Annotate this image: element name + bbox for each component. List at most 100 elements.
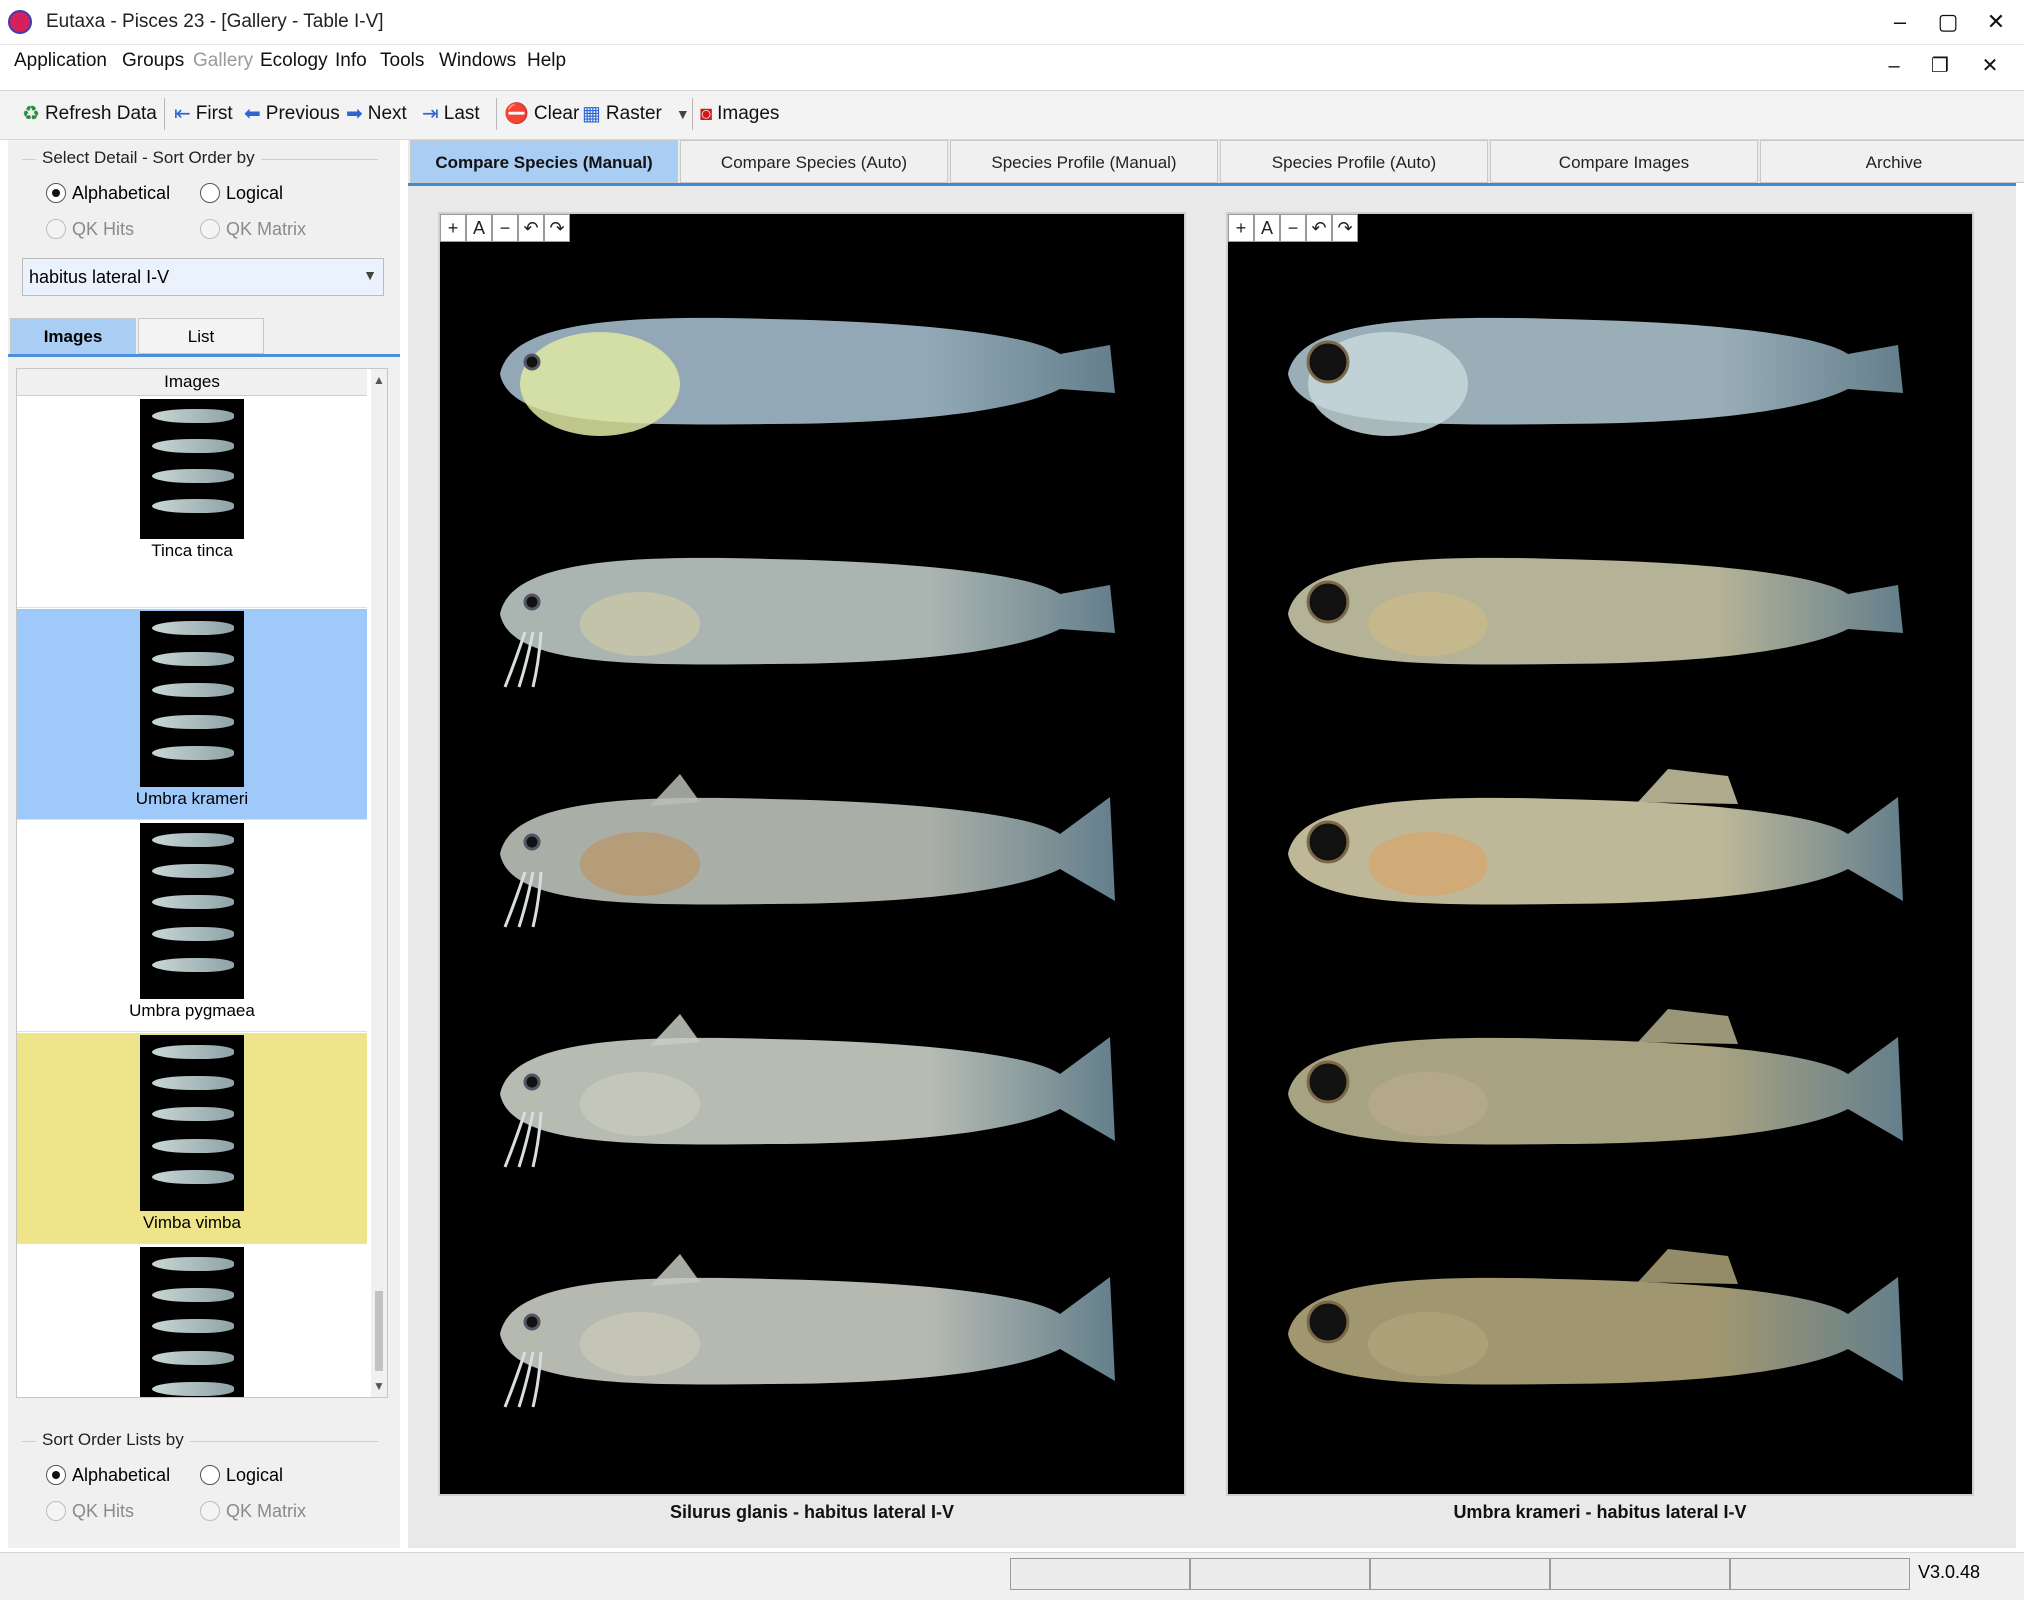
list-item[interactable]: Tinca tinca: [17, 397, 367, 608]
thumbnail-fish: [152, 746, 234, 760]
thumbnail-fish: [152, 833, 234, 847]
scroll-thumb[interactable]: [375, 1291, 383, 1371]
list-item[interactable]: Umbra krameri: [17, 609, 367, 820]
thumbnail-fish: [152, 621, 234, 635]
fish-specimen: [1258, 514, 1918, 709]
scroll-up-icon[interactable]: ▲: [373, 373, 385, 387]
status-panel: [1550, 1558, 1730, 1590]
viewer-right[interactable]: + A − ↶ ↷: [1226, 212, 1974, 1496]
radio-button-icon: [200, 1501, 220, 1521]
menu-tools[interactable]: Tools: [380, 50, 424, 72]
image-list[interactable]: Images Tinca tinca Umbra krameri Umbra pyg…: [16, 368, 388, 1398]
fish-belly: [580, 832, 700, 896]
list-item[interactable]: Umbra pygmaea: [17, 821, 367, 1032]
tab-species-profile-manual[interactable]: Species Profile (Manual): [950, 140, 1218, 183]
close-window-button[interactable]: ✕: [1976, 6, 2016, 38]
maximize-window-button[interactable]: ▢: [1928, 6, 1968, 38]
tab-archive[interactable]: Archive: [1760, 140, 2024, 183]
radio-button-icon: [200, 183, 220, 203]
thumbnail-fish: [152, 1045, 234, 1059]
viewer-left-caption: Silurus glanis - habitus lateral I-V: [669, 1502, 955, 1522]
subtab-list[interactable]: List: [138, 318, 264, 354]
radio-label: Alphabetical: [72, 1464, 171, 1485]
fish-specimen: [470, 994, 1130, 1189]
menu-info[interactable]: Info: [335, 50, 367, 72]
fish-eye: [1306, 820, 1350, 864]
list-item[interactable]: Vimba vimba: [17, 1033, 367, 1244]
status-panel: [1010, 1558, 1190, 1590]
thumbnail-fish: [152, 499, 234, 513]
menu-groups[interactable]: Groups: [122, 50, 184, 72]
zoom-in-icon[interactable]: +: [1228, 214, 1254, 242]
thumbnail-fish: [152, 409, 234, 423]
radio-alphabetical[interactable]: Alphabetical: [46, 1461, 170, 1489]
zoom-out-icon[interactable]: −: [492, 214, 518, 242]
radio-logical[interactable]: Logical: [200, 1461, 283, 1489]
menu-ecology[interactable]: Ecology: [260, 50, 328, 72]
list-header: Images: [17, 369, 367, 396]
minimize-window-button[interactable]: –: [1880, 6, 1920, 38]
mdi-close-button[interactable]: ✕: [1974, 52, 2006, 80]
radio-button-icon: [46, 183, 66, 203]
tab-compare-images[interactable]: Compare Images: [1490, 140, 1758, 183]
rotate-left-icon[interactable]: ↶: [518, 214, 544, 242]
tab-species-profile-auto[interactable]: Species Profile (Auto): [1220, 140, 1488, 183]
menu-windows[interactable]: Windows: [439, 50, 516, 72]
last-button[interactable]: ⇥ Last: [422, 98, 480, 130]
rotate-left-icon[interactable]: ↶: [1306, 214, 1332, 242]
thumbnail-fish: [152, 895, 234, 909]
auto-fit-icon[interactable]: A: [466, 214, 492, 242]
raster-button[interactable]: ▦ Raster ▼: [582, 98, 690, 130]
radio-alphabetical[interactable]: Alphabetical: [46, 179, 170, 207]
clear-button[interactable]: ⛔ Clear: [504, 98, 579, 130]
last-label: Last: [443, 103, 480, 124]
list-scrollbar[interactable]: ▲ ▼: [371, 369, 387, 1397]
mdi-minimize-button[interactable]: –: [1878, 52, 1910, 80]
sort-lists-caption: Sort Order Lists by: [36, 1430, 190, 1450]
thumbnail-fish: [152, 1107, 234, 1121]
menu-application[interactable]: Application: [14, 50, 107, 72]
radio-label: Alphabetical: [72, 182, 171, 203]
list-item-label: Tinca tinca: [151, 541, 233, 560]
thumbnail-fish: [152, 715, 234, 729]
fish-belly: [580, 1312, 700, 1376]
first-button[interactable]: ⇤ First: [174, 98, 233, 130]
previous-button[interactable]: ⬅ Previous: [244, 98, 340, 130]
rotate-right-icon[interactable]: ↷: [544, 214, 570, 242]
menu-help[interactable]: Help: [527, 50, 566, 72]
detail-select-value: habitus lateral I-V: [29, 267, 170, 287]
auto-fit-icon[interactable]: A: [1254, 214, 1280, 242]
fish-fin: [1638, 1009, 1738, 1044]
mdi-restore-button[interactable]: ❐: [1924, 52, 1956, 80]
scroll-down-icon[interactable]: ▼: [373, 1379, 385, 1393]
refresh-data-button[interactable]: ♻ Refresh Data: [22, 98, 157, 130]
fish-eye: [523, 833, 541, 851]
radio-label: QK Hits: [72, 1500, 135, 1521]
menu-gallery: Gallery: [193, 50, 254, 71]
zoom-in-icon[interactable]: +: [440, 214, 466, 242]
status-panel: [1190, 1558, 1370, 1590]
images-button[interactable]: ◙ Images: [700, 98, 779, 130]
viewer-tools: + A − ↶ ↷: [440, 214, 570, 242]
radio-logical[interactable]: Logical: [200, 179, 283, 207]
tab-compare-species-auto[interactable]: Compare Species (Auto): [680, 140, 948, 183]
rotate-right-icon[interactable]: ↷: [1332, 214, 1358, 242]
list-item[interactable]: Zingel streber: [17, 1245, 367, 1397]
radio-button-icon: [46, 1465, 66, 1485]
detail-select[interactable]: habitus lateral I-V ▼: [22, 258, 384, 296]
thumbnail-fish: [152, 927, 234, 941]
toolbar-separator: [692, 98, 693, 130]
thumbnail-fish: [152, 1257, 234, 1271]
tab-compare-species-manual[interactable]: Compare Species (Manual): [410, 140, 678, 183]
viewer-left[interactable]: + A − ↶ ↷: [438, 212, 1186, 1496]
radio-button-icon: [46, 219, 66, 239]
thumbnail-fish: [152, 1139, 234, 1153]
radio-qk-hits: QK Hits: [46, 1497, 134, 1525]
refresh-data-label: Refresh Data: [44, 103, 157, 124]
zoom-out-icon[interactable]: −: [1280, 214, 1306, 242]
fish-specimen: [470, 1234, 1130, 1429]
fish-specimen: [1258, 1234, 1918, 1429]
subtab-images[interactable]: Images: [10, 318, 136, 354]
radio-button-icon: [200, 219, 220, 239]
next-button[interactable]: ➡ Next: [346, 98, 407, 130]
